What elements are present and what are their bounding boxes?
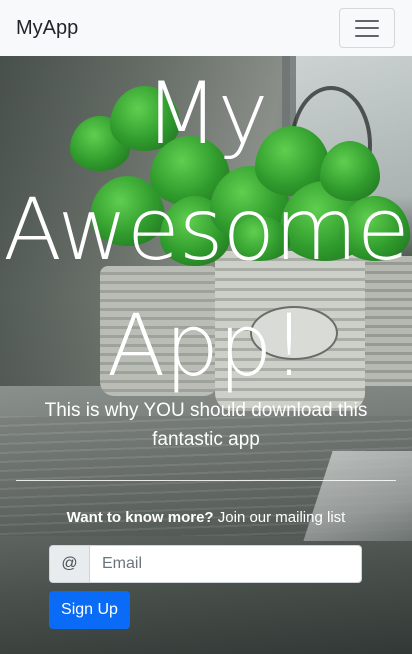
email-input-group: @ xyxy=(49,545,362,583)
sign-up-button[interactable]: Sign Up xyxy=(49,591,130,629)
navbar-toggler-button[interactable] xyxy=(339,8,395,48)
hero-tagline: This is why YOU should download this fan… xyxy=(44,400,368,450)
hero-content: My Awesome App! This is why YOU should d… xyxy=(0,56,412,654)
hero-title-line: Awesome xyxy=(3,180,410,280)
hero-title-line: App! xyxy=(106,296,306,396)
hero-title: My Awesome App! xyxy=(0,56,412,404)
at-sign-addon: @ xyxy=(49,545,89,583)
hero-title-line: My xyxy=(144,64,268,164)
app-page: MyApp My Awesome App! This is why YOU sh… xyxy=(0,0,412,654)
mailing-prompt-text: Join our mailing list xyxy=(213,509,346,526)
brand-link[interactable]: MyApp xyxy=(16,15,78,41)
divider xyxy=(16,480,396,481)
mailing-list-prompt: Want to know more? Join our mailing list xyxy=(0,508,412,528)
email-field[interactable] xyxy=(89,545,362,583)
mailing-prompt-bold: Want to know more? xyxy=(66,509,214,526)
navbar: MyApp xyxy=(0,0,412,56)
